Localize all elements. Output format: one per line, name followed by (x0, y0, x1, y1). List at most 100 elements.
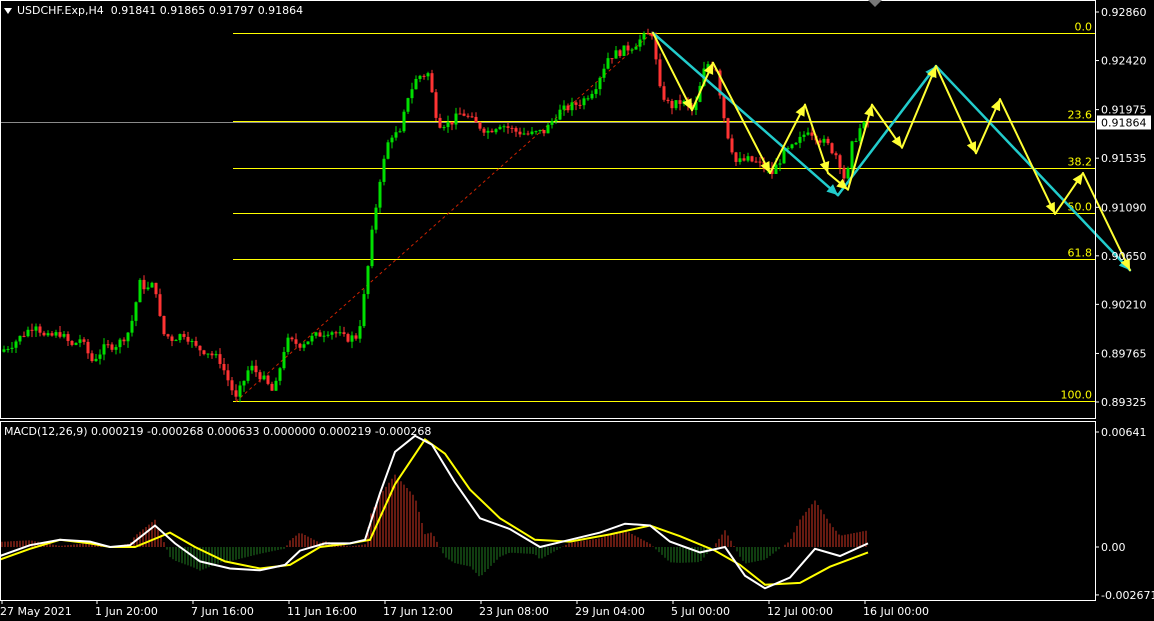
candle-body (414, 78, 418, 90)
candle-body (618, 50, 622, 56)
candle-body (58, 332, 62, 337)
candle-body (422, 75, 426, 77)
candle-body (374, 207, 378, 230)
candle-body (674, 100, 678, 109)
candle-body (494, 129, 498, 133)
time-tick-label: 29 Jun 04:00 (575, 605, 645, 618)
candle-body (590, 93, 594, 99)
macd-axis: 0.00641 0.00 -0.002671 (1095, 426, 1154, 602)
price-tick-label: 0.90210 (1101, 298, 1147, 311)
candle-body (142, 279, 146, 290)
time-axis: 27 May 2021 1 Jun 20:00 7 Jun 16:00 11 Jun … (0, 600, 929, 618)
candle-body (666, 99, 670, 101)
candle-body (290, 337, 294, 340)
candle-body (518, 131, 522, 135)
candle-body (218, 354, 222, 364)
fib-label-100.0: 100.0 (1061, 389, 1093, 402)
candle-body (258, 372, 262, 380)
candle-body (442, 127, 446, 129)
candle-body (110, 344, 114, 350)
candle-body (474, 116, 478, 123)
candle-body (378, 181, 382, 208)
candle-body (522, 133, 526, 135)
candle-body (198, 345, 202, 351)
candle-body (406, 98, 410, 112)
candle-body (94, 358, 98, 362)
candle-body (390, 137, 394, 143)
candle-body (182, 334, 186, 337)
candle-body (366, 266, 370, 295)
candle-body (270, 383, 274, 391)
candle-body (306, 341, 310, 345)
candle-body (842, 167, 846, 179)
cyan-wave-segment (651, 31, 840, 197)
candle-body (430, 73, 434, 93)
candle-body (670, 100, 674, 109)
candle-body (410, 89, 414, 99)
candle-body (398, 131, 402, 133)
candle-body (170, 336, 174, 341)
candle-body (62, 334, 66, 337)
candle-body (850, 141, 854, 168)
candle-body (490, 130, 494, 133)
candle-body (622, 45, 626, 56)
candle-body (678, 100, 682, 104)
candle-body (350, 335, 354, 342)
candle-body (838, 155, 842, 168)
candle-body (346, 334, 350, 342)
time-tick-label: 16 Jul 00:00 (863, 605, 929, 618)
price-tick-label: 0.89765 (1101, 347, 1147, 360)
candle-body (266, 375, 270, 384)
candle-body (302, 344, 306, 348)
candle-body (418, 75, 422, 79)
candle-body (554, 119, 558, 122)
candlesticks (2, 28, 870, 403)
symbol-header[interactable]: USDCHF.Exp,H4 0.91841 0.91865 0.91797 0.… (4, 4, 303, 17)
candle-body (282, 351, 286, 369)
candle-body (470, 116, 474, 118)
candle-body (358, 326, 362, 339)
candle-body (354, 335, 358, 339)
fib-label-38.2: 38.2 (1068, 156, 1093, 169)
candle-body (106, 344, 110, 346)
candle-body (610, 58, 614, 60)
candle-body (778, 163, 782, 165)
macd-tick-label: 0.00641 (1101, 426, 1147, 439)
candle-body (498, 126, 502, 130)
yellow-wave-segment (935, 65, 977, 155)
candle-body (194, 340, 198, 346)
wave-projection-arrows (651, 31, 1132, 272)
candle-body (562, 105, 566, 110)
candle-body (162, 315, 166, 335)
price-chart-canvas[interactable]: 0.023.638.250.061.8100.0 0.928600.924200… (0, 0, 1154, 621)
fib-label-23.6: 23.6 (1068, 109, 1093, 122)
dropdown-triangle-icon[interactable] (4, 8, 12, 14)
candle-body (482, 128, 486, 133)
macd-indicator-label: MACD(12,26,9) 0.000219 -0.000268 0.00063… (4, 425, 432, 438)
candle-body (638, 39, 642, 47)
candle-body (186, 336, 190, 342)
macd-panel: 0.00641 0.00 -0.002671 (0, 426, 1154, 602)
candle-body (834, 153, 838, 156)
time-tick-label: 11 Jun 16:00 (287, 605, 357, 618)
candle-body (550, 121, 554, 125)
candle-body (50, 333, 54, 336)
symbol-label: USDCHF.Exp,H4 (17, 4, 104, 17)
price-tick-label: 0.90650 (1101, 250, 1147, 263)
candle-body (338, 332, 342, 334)
candle-body (190, 340, 194, 342)
fib-anchor-line (235, 32, 653, 402)
candle-body (566, 105, 570, 111)
candle-body (822, 138, 826, 143)
candle-body (742, 158, 746, 161)
candle-body (598, 77, 602, 90)
time-tick-label: 23 Jun 08:00 (479, 605, 549, 618)
time-tick-label: 27 May 2021 (0, 605, 72, 618)
candle-body (278, 368, 282, 381)
candle-body (206, 353, 210, 355)
time-tick-label: 1 Jun 20:00 (95, 605, 158, 618)
candle-body (394, 132, 398, 138)
candle-body (458, 113, 462, 115)
candle-body (462, 113, 466, 116)
candle-body (298, 343, 302, 348)
